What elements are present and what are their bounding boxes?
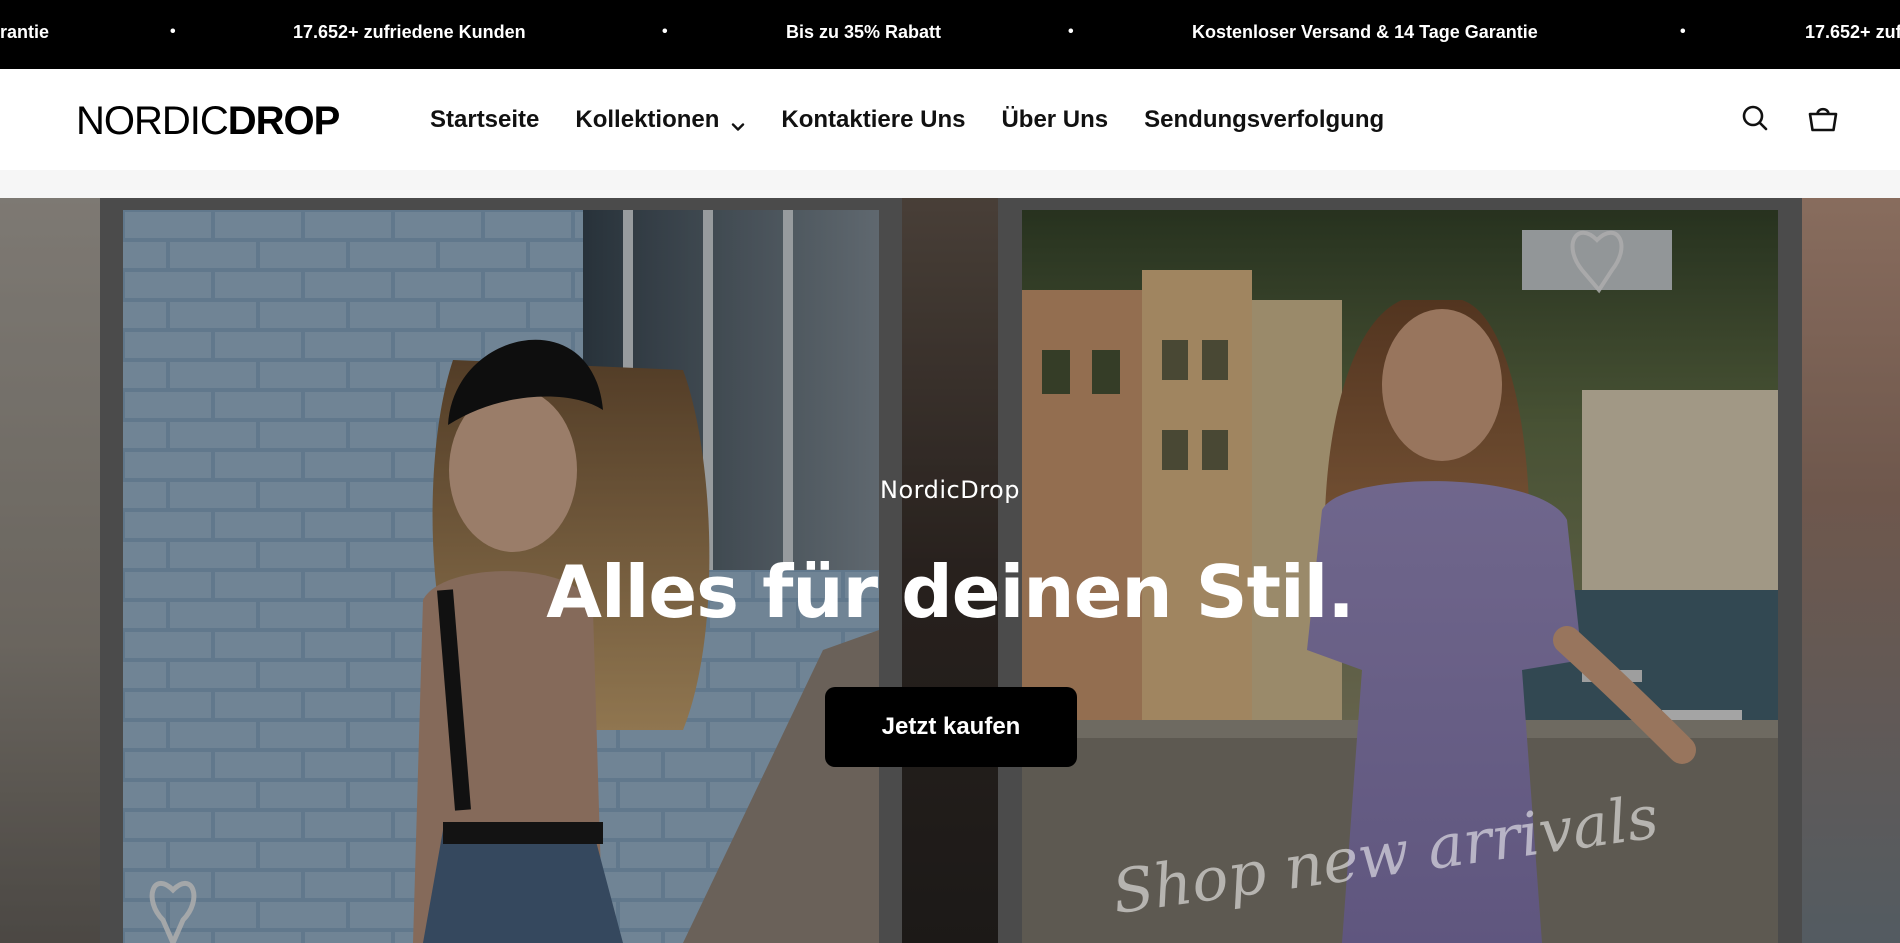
announcement-separator: • xyxy=(1680,23,1686,40)
logo-text-bold: DROP xyxy=(227,99,341,143)
nav-item-startseite[interactable]: Startseite xyxy=(430,106,539,134)
hero-eyebrow: NordicDrop xyxy=(880,476,1020,504)
chevron-down-icon xyxy=(731,113,745,131)
announcement-separator: • xyxy=(170,23,176,40)
nav-item-label: Kontaktiere Uns xyxy=(781,105,966,133)
announcement-item: 17.652+ zufrie xyxy=(1805,22,1900,42)
cart-icon[interactable] xyxy=(1806,101,1840,135)
announcement-separator: • xyxy=(1068,23,1074,40)
hero-title: Alles für deinen Stil. xyxy=(546,550,1354,634)
nav-item-kollektionen[interactable]: Kollektionen xyxy=(575,106,745,134)
announcement-item: 17.652+ zufriedene Kunden xyxy=(293,22,526,42)
logo[interactable]: NORDIC DROP xyxy=(76,99,341,143)
nav-item-ueber-uns[interactable]: Über Uns xyxy=(1001,106,1108,134)
nav-item-sendungsverfolgung[interactable]: Sendungsverfolgung xyxy=(1144,106,1384,134)
shop-now-button[interactable]: Jetzt kaufen xyxy=(825,687,1077,767)
header-divider-strip xyxy=(0,170,1900,198)
announcement-item: Kostenloser Versand & 14 Tage Garantie xyxy=(1192,22,1538,42)
announcement-item: rantie xyxy=(0,22,50,42)
header-actions xyxy=(1704,101,1840,135)
search-icon[interactable] xyxy=(1738,101,1772,135)
nav-item-label: Sendungsverfolgung xyxy=(1144,105,1385,133)
nav-item-label: Startseite xyxy=(430,105,540,133)
announcement-separator: • xyxy=(662,23,668,40)
announcement-bar: rantie • 17.652+ zufriedene Kunden • Bis… xyxy=(0,0,1900,69)
nav-item-kontaktiere-uns[interactable]: Kontaktiere Uns xyxy=(781,106,965,134)
site-header: NORDIC DROP Startseite Kollektionen Konta… xyxy=(0,69,1900,170)
announcement-item: Bis zu 35% Rabatt xyxy=(786,22,942,42)
nav-item-label: Kollektionen xyxy=(575,105,720,133)
logo-text-light: NORDIC xyxy=(76,99,229,143)
hero-banner: Shop new arrivals NordicDrop Alles für d… xyxy=(0,198,1900,943)
announcement-track: rantie • 17.652+ zufriedene Kunden • Bis… xyxy=(0,0,1900,69)
main-nav: Startseite Kollektionen Kontaktiere Uns … xyxy=(430,69,1420,170)
nav-item-label: Über Uns xyxy=(1001,105,1109,133)
hero-content: NordicDrop Alles für deinen Stil. Jetzt … xyxy=(0,198,1900,943)
